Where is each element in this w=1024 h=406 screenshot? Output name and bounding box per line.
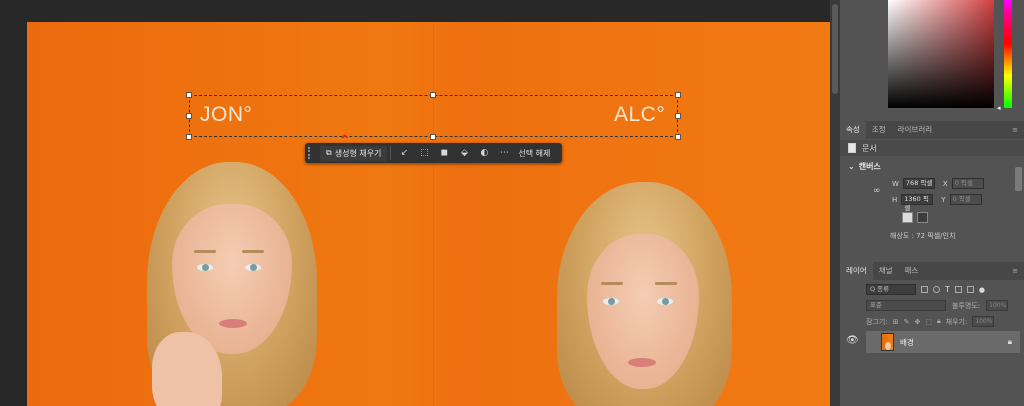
layer-filter-row: Q 종류 T ●: [866, 284, 985, 295]
fill-input[interactable]: 100%: [972, 316, 995, 327]
create-mask-icon[interactable]: ◼: [434, 148, 454, 158]
opacity-label: 불투명도:: [952, 301, 981, 310]
blend-mode-select[interactable]: 표준: [866, 300, 946, 311]
taskbar-grip-handle[interactable]: [308, 147, 314, 159]
more-options-icon[interactable]: ⋯: [494, 148, 514, 158]
height-label: H: [892, 195, 898, 204]
tab-channels[interactable]: 채널: [873, 262, 899, 280]
contextual-task-bar: ⧉ 생성형 채우기 ↙ ⬚ ◼ ⬙ ◐ ⋯ 선택 해제: [305, 143, 562, 163]
document-canvas[interactable]: JON° ALC°: [27, 22, 830, 406]
blend-row: 표준 불투명도: 100%: [866, 300, 1009, 311]
type-filter-icon[interactable]: T: [945, 285, 950, 294]
tab-adjustments[interactable]: 조정: [866, 121, 892, 139]
canvas-area[interactable]: JON° ALC° ⌃ ⧉ 생성형 채우기 ↙ ⬚ ◼ ⬙ ◐ ⋯ 선택 해제: [0, 0, 830, 406]
layers-menu-icon[interactable]: ≡: [1012, 267, 1018, 275]
photoshop-window: JON° ALC° ⌃ ⧉ 생성형 채우기 ↙ ⬚ ◼ ⬙ ◐ ⋯ 선택 해제 …: [0, 0, 1024, 406]
lock-artboard-icon[interactable]: ⬚: [925, 318, 932, 326]
width-row: W 768 픽셀 X 0 픽셀: [892, 178, 984, 189]
properties-scrollbar[interactable]: [1015, 167, 1022, 191]
properties-tabs: 속성 조정 라이브러리 ≡: [840, 121, 1024, 139]
layers-panel: 레이어 채널 패스 ≡ Q 종류 T ● 표준 불투명도: 100% 잠그기:: [840, 262, 1024, 406]
document-row: 문서: [840, 140, 1024, 156]
smart-object-filter-icon[interactable]: [966, 286, 974, 293]
adjustment-layer-icon[interactable]: ◐: [474, 148, 494, 158]
pixel-filter-icon[interactable]: [921, 286, 928, 293]
canvas-scroll-thumb[interactable]: [832, 4, 838, 94]
tab-paths[interactable]: 패스: [899, 262, 925, 280]
layer-visibility-eye-icon[interactable]: 👁︎: [846, 335, 859, 346]
selection-handle-bm[interactable]: [430, 134, 436, 140]
image-seam: [433, 22, 434, 406]
height-input[interactable]: 1360 픽셀: [901, 194, 934, 212]
tab-layers[interactable]: 레이어: [840, 262, 873, 280]
selection-marquee[interactable]: [186, 92, 681, 140]
adjustment-filter-icon[interactable]: [933, 286, 940, 293]
invert-selection-icon[interactable]: ⬚: [414, 148, 434, 158]
y-label: Y: [941, 195, 946, 204]
document-label: 문서: [862, 143, 877, 153]
canvas-section-title: 캔버스: [858, 162, 881, 171]
y-input[interactable]: 0 픽셀: [949, 194, 982, 205]
right-panel: ◂ 속성 조정 라이브러리 ≡ 문서 ⌄ 캔버스 W 768 픽셀 X 0 픽셀…: [840, 0, 1024, 406]
canvas-section-header[interactable]: ⌄ 캔버스: [848, 161, 881, 172]
link-icon[interactable]: ∞: [873, 186, 881, 196]
shape-filter-icon[interactable]: [954, 286, 962, 293]
filter-toggle-icon[interactable]: ●: [979, 286, 985, 294]
deselect-button[interactable]: 선택 해제: [518, 148, 550, 159]
generative-fill-button[interactable]: ⧉ 생성형 채우기: [320, 145, 388, 161]
selection-handle-mr[interactable]: [675, 113, 681, 119]
modify-selection-icon[interactable]: ↙: [394, 148, 414, 158]
resolution-text: 해상도 : 72 픽셀/인치: [890, 232, 956, 240]
lock-all-icon[interactable]: 🔒︎: [937, 317, 941, 326]
portrait-orientation-button[interactable]: [902, 212, 913, 223]
width-input[interactable]: 768 픽셀: [902, 178, 935, 189]
generative-fill-icon: ⧉: [326, 148, 332, 157]
layer-row-background[interactable]: 배경 🔒︎: [866, 331, 1020, 353]
tab-properties[interactable]: 속성: [840, 121, 866, 139]
taskbar-divider: [390, 146, 392, 160]
layer-thumbnail: [881, 333, 894, 351]
layer-search-input[interactable]: Q 종류: [866, 284, 916, 295]
landscape-orientation-button[interactable]: [917, 212, 928, 223]
selection-handle-tm[interactable]: [430, 92, 436, 98]
layer-lock-icon[interactable]: 🔒︎: [1008, 337, 1012, 347]
x-label: X: [942, 179, 948, 188]
lock-pixels-icon[interactable]: ⊞: [893, 318, 899, 326]
right-portrait: [537, 182, 767, 406]
layer-name: 배경: [900, 337, 914, 347]
generative-fill-label: 생성형 채우기: [334, 148, 382, 158]
lock-position-icon[interactable]: ✥: [914, 318, 920, 326]
selection-handle-ml[interactable]: [186, 113, 192, 119]
width-label: W: [892, 179, 899, 188]
document-icon: [848, 143, 856, 153]
color-picker-panel: ◂: [840, 0, 1024, 118]
selection-handle-br[interactable]: [675, 134, 681, 140]
selection-handle-tl[interactable]: [186, 92, 192, 98]
panel-menu-icon[interactable]: ≡: [1012, 126, 1018, 134]
hue-slider[interactable]: [1004, 0, 1012, 108]
selection-handle-tr[interactable]: [675, 92, 681, 98]
lock-row: 잠그기: ⊞ ✎ ✥ ⬚ 🔒︎ 채우기: 100%: [866, 316, 995, 327]
x-input[interactable]: 0 픽셀: [951, 178, 984, 189]
lock-image-icon[interactable]: ✎: [904, 318, 910, 326]
hue-slider-arrow-icon[interactable]: ◂: [997, 104, 1001, 112]
color-field[interactable]: [888, 0, 994, 108]
tab-libraries[interactable]: 라이브러리: [892, 121, 939, 139]
lock-label: 잠그기:: [866, 317, 888, 326]
fill-label: 채우기:: [945, 317, 968, 326]
selection-handle-bl[interactable]: [186, 134, 192, 140]
left-portrait: [122, 162, 352, 406]
fill-selection-icon[interactable]: ⬙: [454, 148, 474, 158]
layers-tabs: 레이어 채널 패스 ≡: [840, 262, 1024, 280]
opacity-input[interactable]: 100%: [986, 300, 1009, 311]
height-row: H 1360 픽셀 Y 0 픽셀: [892, 194, 982, 212]
chevron-down-icon: ⌄: [848, 162, 855, 171]
canvas-vertical-scrollbar[interactable]: [830, 0, 840, 406]
